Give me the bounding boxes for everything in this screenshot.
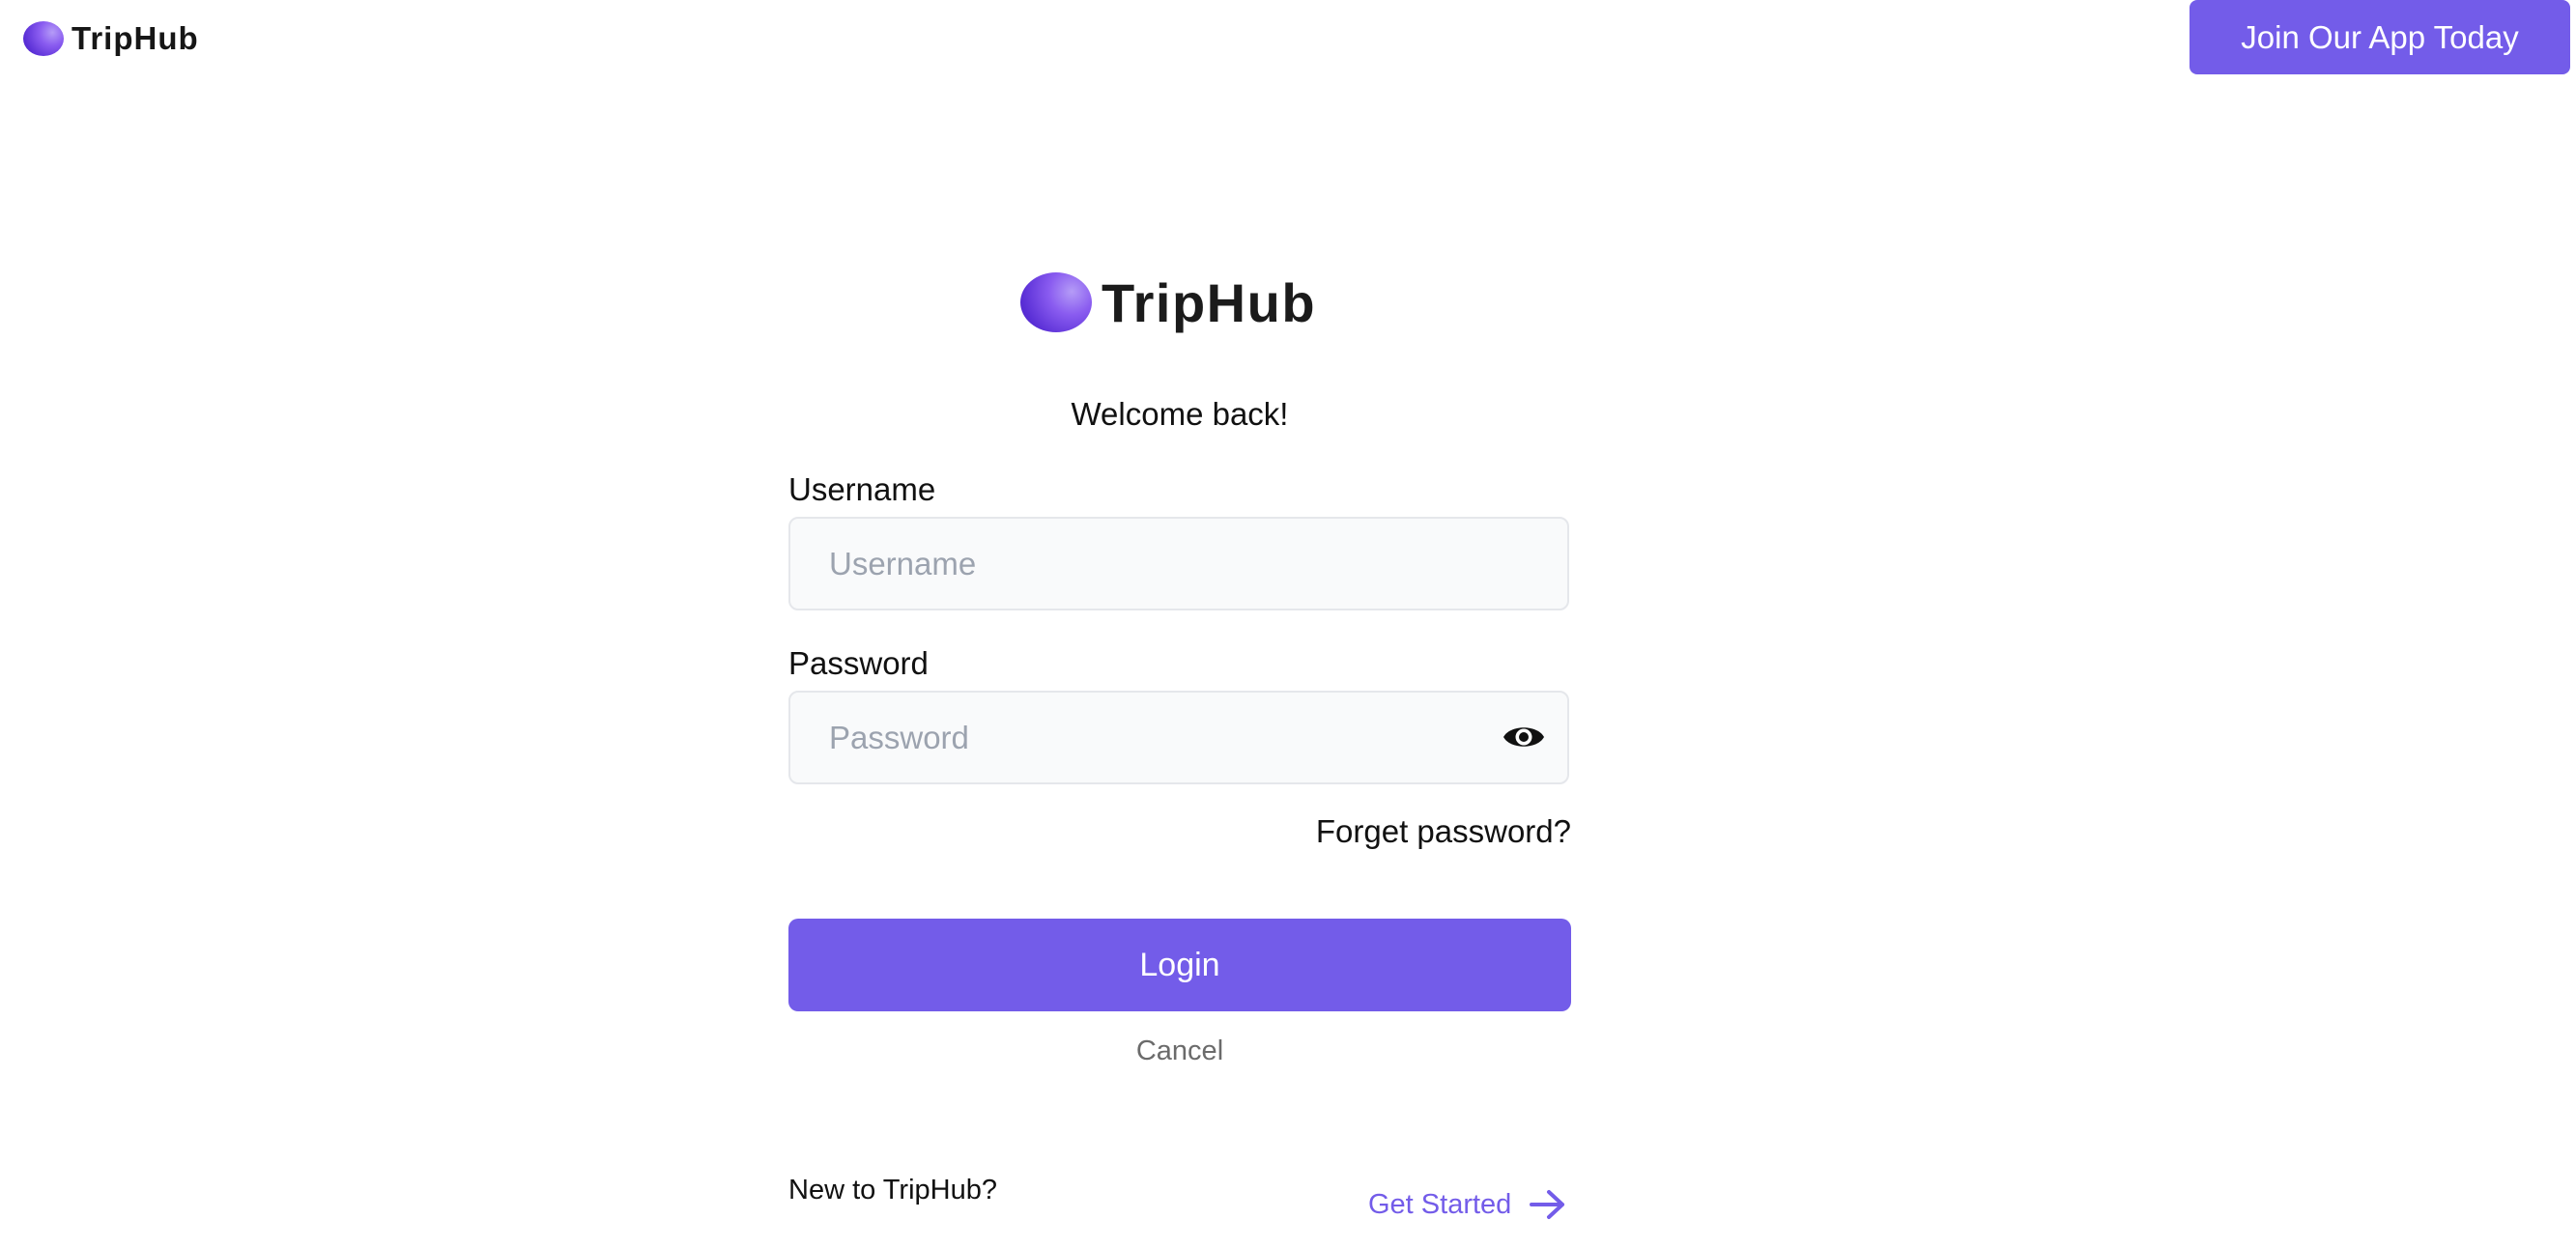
- cancel-link[interactable]: Cancel: [788, 1035, 1571, 1067]
- login-page: TripHub Join Our App Today TripHub Welco…: [0, 0, 2576, 1248]
- forgot-password-link[interactable]: Forget password?: [1316, 813, 1571, 850]
- get-started-link[interactable]: Get Started: [1368, 1188, 1567, 1221]
- username-input[interactable]: [790, 519, 1567, 609]
- arrow-right-icon: [1530, 1190, 1565, 1219]
- form-brand-name: TripHub: [1102, 271, 1317, 333]
- eye-icon[interactable]: [1502, 720, 1546, 754]
- username-label: Username: [788, 471, 936, 507]
- login-button[interactable]: Login: [788, 919, 1571, 1011]
- welcome-heading: Welcome back!: [1071, 396, 1289, 432]
- join-app-button[interactable]: Join Our App Today: [2190, 0, 2570, 74]
- password-label: Password: [788, 645, 929, 681]
- header-logo[interactable]: TripHub: [23, 19, 199, 58]
- logo-ball-icon: [23, 21, 64, 56]
- password-input[interactable]: [790, 693, 1567, 782]
- new-user-text: New to TripHub?: [788, 1175, 997, 1205]
- password-field-box: [788, 691, 1569, 784]
- get-started-label: Get Started: [1368, 1188, 1512, 1220]
- username-field-box: [788, 517, 1569, 610]
- form-logo: TripHub: [1020, 271, 1317, 333]
- logo-ball-icon: [1020, 272, 1092, 332]
- header-brand-name: TripHub: [72, 20, 199, 56]
